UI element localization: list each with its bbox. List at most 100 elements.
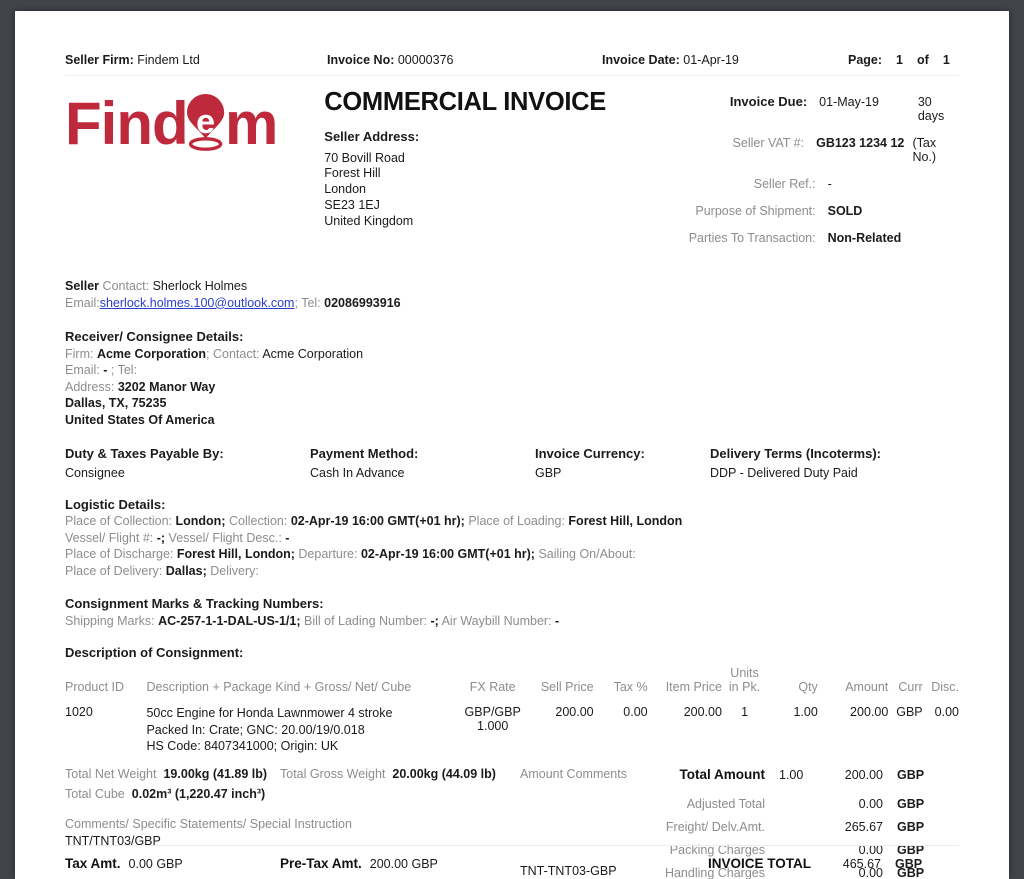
meta-label: Seller VAT #: xyxy=(676,136,816,150)
meta-value: 01-May-19 xyxy=(819,95,918,109)
collection-place-value: London; xyxy=(176,514,226,528)
term-duty-taxes: Duty & Taxes Payable By: Consignee xyxy=(65,446,310,480)
seller-email-link[interactable]: sherlock.holmes.100@outlook.com xyxy=(100,296,295,310)
bol-label: Bill of Lading Number: xyxy=(304,614,427,628)
departure-value: 02-Apr-19 16:00 GMT(+01 hr); xyxy=(361,547,535,561)
invoice-total-curr: GBP xyxy=(895,857,935,871)
findem-logo: Find e m xyxy=(65,92,308,154)
receiver-contact-label: Contact: xyxy=(213,347,260,361)
total-curr: GBP xyxy=(897,768,937,782)
cube-value: 0.02m³ (1,220.47 inch³) xyxy=(132,787,265,801)
term-value: GBP xyxy=(535,466,710,480)
logistics-block: Logistic Details: Place of Collection: L… xyxy=(65,496,959,580)
receiver-email-value: - xyxy=(103,363,107,377)
email-tel-sep: ; xyxy=(111,363,114,377)
cell-amount: 200.00 xyxy=(818,697,888,755)
col-fx-rate: FX Rate xyxy=(456,666,530,697)
meta-extra: 30 days xyxy=(918,95,959,123)
meta-value: Non-Related xyxy=(828,231,933,245)
logo-graphic: Find e m xyxy=(65,92,308,154)
delivery-place-value: Dallas; xyxy=(166,564,207,578)
vessel-desc-value: - xyxy=(285,531,289,545)
cell-product-id: 1020 xyxy=(65,697,146,755)
table-row: 1020 50cc Engine for Honda Lawnmower 4 s… xyxy=(65,697,959,755)
total-label: Adjusted Total xyxy=(629,797,779,811)
receiver-email-line: Email: - ; Tel: xyxy=(65,362,959,379)
total-curr: GBP xyxy=(897,797,937,811)
receiver-address-line3: United States Of America xyxy=(65,412,959,429)
invoice-no-value: 00000376 xyxy=(398,53,454,67)
receiver-firm-value: Acme Corporation xyxy=(97,347,206,361)
meta-row-seller-vat: Seller VAT #: GB123 1234 12 (Tax No.) xyxy=(676,136,959,164)
receiver-address-line2: Dallas, TX, 75235 xyxy=(65,395,959,412)
map-pin-icon: e xyxy=(187,94,224,149)
col-curr: Curr xyxy=(888,666,922,697)
meta-label: Purpose of Shipment: xyxy=(676,204,828,218)
meta-label: Invoice Due: xyxy=(676,94,820,109)
pretax-amount-label: Pre-Tax Amt. xyxy=(280,856,362,871)
description-line-1: 50cc Engine for Honda Lawnmower 4 stroke xyxy=(146,705,455,722)
col-disc: Disc. xyxy=(923,666,959,697)
seller-address-line: London xyxy=(324,182,675,198)
branding-band: Find e m COMMERCIAL INVOICE Seller Addre… xyxy=(65,88,959,258)
term-heading: Payment Method: xyxy=(310,446,535,461)
seller-address-line: SE23 1EJ xyxy=(324,198,675,214)
total-row-freight: Freight/ Delv.Amt. 265.67 GBP xyxy=(629,820,959,834)
col-units-in-pk: Units in Pk. xyxy=(722,666,767,697)
footer-divider xyxy=(65,845,959,846)
receiver-address-line: Address: 3202 Manor Way xyxy=(65,379,959,396)
invoice-no-label: Invoice No: xyxy=(327,53,394,67)
seller-firm-value: Findem Ltd xyxy=(137,53,200,67)
meta-row-invoice-due: Invoice Due: 01-May-19 30 days xyxy=(676,94,959,123)
tax-amount-label: Tax Amt. xyxy=(65,856,121,871)
seller-contact-value: Sherlock Holmes xyxy=(153,279,247,293)
col-description: Description + Package Kind + Gross/ Net/… xyxy=(146,666,455,697)
seller-firm-label: Seller Firm: xyxy=(65,53,134,67)
logo-text-before: Find xyxy=(65,92,188,154)
col-item-price: Item Price xyxy=(648,666,722,697)
invoice-date-value: 01-Apr-19 xyxy=(683,53,739,67)
email-tel-separator: ; xyxy=(294,296,297,310)
collection-label: Collection: xyxy=(229,514,287,528)
bol-value: -; xyxy=(430,614,438,628)
term-invoice-currency: Invoice Currency: GBP xyxy=(535,446,710,480)
total-row-adjusted-total: Adjusted Total 0.00 GBP xyxy=(629,797,959,811)
cell-tax-pct: 0.00 xyxy=(594,697,648,755)
seller-tel-value: 02086993916 xyxy=(324,296,400,310)
seller-address-line: Forest Hill xyxy=(324,166,675,182)
cell-fx-rate: GBP/GBP 1.000 xyxy=(456,697,530,755)
meta-row-purpose: Purpose of Shipment: SOLD xyxy=(676,204,959,218)
collection-value: 02-Apr-19 16:00 GMT(+01 hr); xyxy=(291,514,465,528)
meta-value: GB123 1234 12 xyxy=(816,136,912,150)
page-number-field: Page: 1 of 1 xyxy=(848,53,950,67)
seller-contact-label: Contact: xyxy=(103,279,150,293)
col-units-line2: in Pk. xyxy=(722,680,767,694)
terms-row: Duty & Taxes Payable By: Consignee Payme… xyxy=(65,446,959,480)
vessel-no-label: Vessel/ Flight #: xyxy=(65,531,153,545)
seller-firm-field: Seller Firm: Findem Ltd xyxy=(65,53,327,67)
term-delivery-terms: Delivery Terms (Incoterms): DDP - Delive… xyxy=(710,446,959,480)
firm-separator: ; xyxy=(206,347,209,361)
gross-weight-value: 20.00kg (44.09 lb) xyxy=(392,767,496,781)
logo-text-after: m xyxy=(225,92,277,154)
header-divider xyxy=(65,75,959,76)
consignment-table: Product ID Description + Package Kind + … xyxy=(65,666,959,755)
cube-field: Total Cube 0.02m³ (1,220.47 inch³) xyxy=(65,787,280,801)
pretax-amount-value: 200.00 GBP xyxy=(370,857,438,871)
logo-column: Find e m xyxy=(65,88,324,258)
consignment-marks-heading: Consignment Marks & Tracking Numbers: xyxy=(65,595,959,612)
col-qty: Qty xyxy=(767,666,818,697)
col-sell-price: Sell Price xyxy=(530,666,594,697)
term-heading: Invoice Currency: xyxy=(535,446,710,461)
net-weight-value: 19.00kg (41.89 lb) xyxy=(163,767,267,781)
cell-curr: GBP xyxy=(888,697,922,755)
meta-label: Seller Ref.: xyxy=(676,177,828,191)
logistics-line-2: Vessel/ Flight #: -; Vessel/ Flight Desc… xyxy=(65,530,959,547)
gross-weight-label: Total Gross Weight xyxy=(280,767,385,781)
seller-email-label: Email: xyxy=(65,296,100,310)
col-tax-pct: Tax % xyxy=(594,666,648,697)
meta-label: Parties To Transaction: xyxy=(676,231,828,245)
logo-pin-letter: e xyxy=(196,103,215,141)
receiver-address-label: Address: xyxy=(65,380,114,394)
delivery-label: Delivery: xyxy=(210,564,259,578)
